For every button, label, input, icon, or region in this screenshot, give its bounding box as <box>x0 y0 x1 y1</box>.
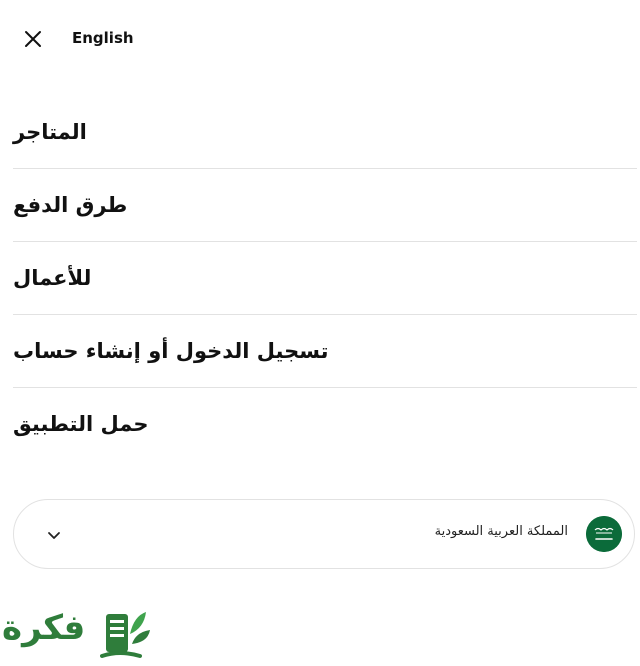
country-name: المملكة العربية السعودية <box>434 524 568 539</box>
menu-item-payment-methods[interactable]: طرق الدفع <box>13 169 637 242</box>
menu-item-label: حمل التطبيق <box>13 412 149 436</box>
top-bar: English <box>0 0 640 78</box>
site-watermark-logo: فكرة <box>0 600 160 666</box>
menu-item-label: للأعمال <box>13 266 92 290</box>
watermark-text: فكرة <box>2 608 86 648</box>
main-menu: المتاجر طرق الدفع للأعمال تسجيل الدخول أ… <box>13 96 637 460</box>
language-switch-link[interactable]: English <box>72 29 134 47</box>
menu-item-login-signup[interactable]: تسجيل الدخول أو إنشاء حساب <box>13 315 637 388</box>
menu-item-stores[interactable]: المتاجر <box>13 96 637 169</box>
close-button[interactable] <box>20 26 46 52</box>
chevron-down-icon <box>48 532 60 539</box>
menu-item-label: المتاجر <box>13 120 87 144</box>
menu-item-business[interactable]: للأعمال <box>13 242 637 315</box>
book-leaf-icon <box>100 612 150 658</box>
close-icon <box>25 31 41 47</box>
country-selector[interactable]: المملكة العربية السعودية <box>13 499 635 569</box>
menu-item-label: طرق الدفع <box>13 193 128 217</box>
menu-item-label: تسجيل الدخول أو إنشاء حساب <box>13 339 329 363</box>
saudi-flag-icon <box>586 516 622 552</box>
menu-item-download-app[interactable]: حمل التطبيق <box>13 388 637 460</box>
